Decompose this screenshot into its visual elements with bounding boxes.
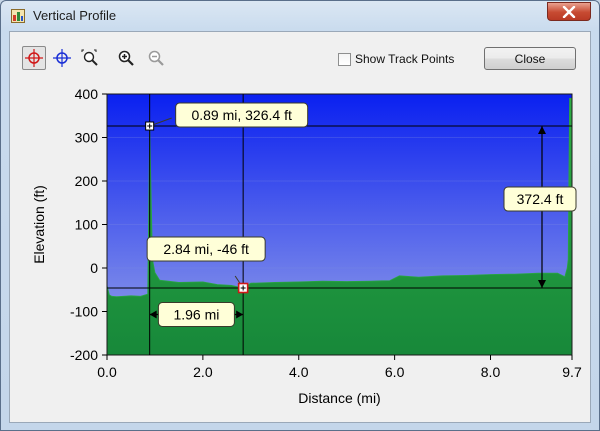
crosshair-blue-button[interactable] <box>50 46 74 70</box>
zoom-box-icon <box>81 49 98 66</box>
window-close-button[interactable] <box>547 2 591 21</box>
toolbar: Show Track Points Close <box>10 32 590 82</box>
close-icon <box>562 5 576 18</box>
x-tick-label: 6.0 <box>385 364 405 380</box>
crosshair-red-button[interactable] <box>22 46 46 70</box>
client-area: Show Track Points Close 400 300 200 100 0 -10… <box>9 31 591 423</box>
x-tick-label: 0.0 <box>97 364 117 380</box>
point-callout-2-text: 2.84 mi, -46 ft <box>163 241 249 257</box>
target-crosshair-blue-icon <box>53 49 71 67</box>
zoom-in-icon <box>118 50 134 66</box>
show-track-points-label[interactable]: Show Track Points <box>355 52 454 66</box>
y-tick-label: -200 <box>70 347 98 363</box>
x-axis-title: Distance (mi) <box>298 390 380 406</box>
x-tick-label: 4.0 <box>289 364 309 380</box>
zoom-box-button[interactable] <box>78 46 102 70</box>
x-tick-label: 9.7 <box>562 364 582 380</box>
y-tick-label: -100 <box>70 304 98 320</box>
target-crosshair-red-icon <box>25 49 43 67</box>
x-tick-label: 8.0 <box>481 364 501 380</box>
y-tick-label: 300 <box>75 130 99 146</box>
zoom-in-button[interactable] <box>114 46 138 70</box>
y-axis-title: Elevation (ft) <box>31 185 47 264</box>
y-tick-label: 0 <box>90 260 98 276</box>
app-icon <box>11 9 25 23</box>
elevation-span-callout-text: 372.4 ft <box>517 191 564 207</box>
y-tick-label: 200 <box>75 173 99 189</box>
zoom-out-icon <box>148 50 164 66</box>
y-tick-label: 100 <box>75 217 99 233</box>
y-tick-label: 400 <box>75 86 99 102</box>
show-track-points-checkbox[interactable] <box>338 53 351 66</box>
point-callout-1-text: 0.89 mi, 326.4 ft <box>191 107 292 123</box>
title-bar[interactable]: Vertical Profile <box>1 1 599 31</box>
vertical-profile-window: Vertical Profile Show Track Points Close… <box>0 0 600 431</box>
zoom-out-button[interactable] <box>144 46 168 70</box>
distance-span-callout-text: 1.96 mi <box>173 307 219 323</box>
vertical-profile-chart[interactable]: 400 300 200 100 0 -100 -200 0.0 2.0 4.0 6.0 8.0 9.7 D… <box>10 82 590 422</box>
elevation-profile-chart[interactable]: 400 300 200 100 0 -100 -2000.0 2.0 4.0 6.0 8.0 9.7 D… <box>10 82 590 422</box>
x-tick-label: 2.0 <box>193 364 213 380</box>
window-title: Vertical Profile <box>33 8 117 23</box>
close-button[interactable]: Close <box>484 47 576 70</box>
